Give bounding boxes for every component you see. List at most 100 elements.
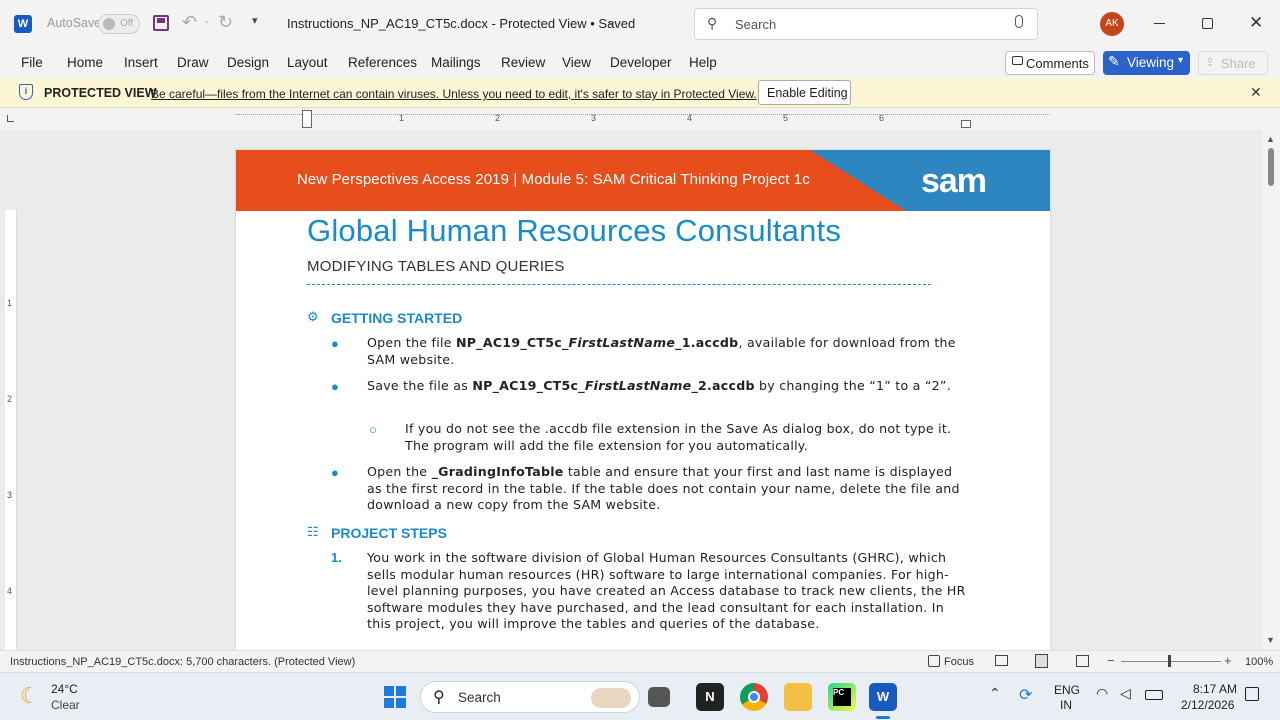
taskbar-search[interactable]: ⚲ Search: [420, 681, 640, 713]
pen-icon: ✎: [1108, 53, 1120, 69]
minimize-icon[interactable]: [1154, 23, 1165, 24]
sam-banner: New Perspectives Access 2019 | Module 5:…: [236, 150, 1050, 211]
tab-home[interactable]: Home: [67, 55, 103, 70]
search-box[interactable]: ⚲ Search: [694, 8, 1038, 40]
language-bottom[interactable]: IN: [1060, 698, 1072, 712]
file-explorer-icon[interactable]: [784, 683, 812, 711]
undo-dropdown-icon[interactable]: ⌄: [203, 15, 211, 26]
comments-button[interactable]: Comments: [1005, 51, 1095, 75]
share-button[interactable]: ⇪ Share: [1198, 51, 1268, 75]
status-bar: Instructions_NP_AC19_CT5c.docx: 5,700 ch…: [0, 650, 1280, 672]
tab-selector[interactable]: [7, 115, 14, 122]
bullet-icon: ●: [331, 336, 339, 351]
start-button[interactable]: [384, 686, 406, 708]
word-app-icon: W: [14, 15, 32, 33]
tab-design[interactable]: Design: [227, 55, 269, 70]
viewing-mode-button[interactable]: ✎ Viewing ▾: [1103, 51, 1190, 75]
restore-icon[interactable]: [1202, 18, 1213, 29]
microphone-icon[interactable]: [1015, 15, 1023, 28]
battery-icon[interactable]: [1145, 690, 1163, 700]
vertical-scrollbar[interactable]: ▲ ▼: [1262, 130, 1280, 650]
notification-icon[interactable]: [1245, 687, 1259, 701]
ruler-number: 1: [399, 113, 405, 123]
clock-time[interactable]: 8:17 AM: [1193, 682, 1237, 696]
task-view-icon[interactable]: [648, 687, 670, 707]
weather-temp[interactable]: 24°C: [51, 682, 78, 696]
search-highlight-icon: [591, 688, 631, 708]
scroll-up-icon[interactable]: ▲: [1266, 134, 1275, 144]
zoom-in-icon[interactable]: +: [1224, 653, 1232, 668]
protected-view-message[interactable]: Be careful—files from the Internet can c…: [151, 87, 757, 101]
read-mode-icon[interactable]: [995, 655, 1008, 666]
ribbon-tabs: File Home Insert Draw Design Layout Refe…: [0, 48, 1280, 78]
tab-layout[interactable]: Layout: [287, 55, 328, 70]
document-canvas: 1 2 3 4 New Perspectives Access 2019 | M…: [0, 130, 1262, 650]
zoom-thumb[interactable]: [1168, 655, 1171, 667]
focus-label[interactable]: Focus: [944, 656, 974, 668]
volume-mute-icon[interactable]: ◁: [1120, 685, 1131, 702]
chevron-down-icon: ▾: [1178, 55, 1184, 66]
document-stats[interactable]: Instructions_NP_AC19_CT5c.docx: 5,700 ch…: [10, 656, 355, 668]
notion-app-icon[interactable]: N: [696, 683, 724, 711]
share-icon: ⇪: [1205, 55, 1216, 69]
document-page[interactable]: New Perspectives Access 2019 | Module 5:…: [236, 150, 1050, 650]
list-item: Save the file as NP_AC19_CT5c_FirstLastN…: [367, 378, 951, 393]
share-label: Share: [1221, 56, 1256, 71]
focus-icon[interactable]: [928, 655, 940, 667]
tab-draw[interactable]: Draw: [177, 55, 209, 70]
tab-insert[interactable]: Insert: [124, 55, 158, 70]
weather-moon-icon[interactable]: ☾: [20, 683, 40, 709]
zoom-slider[interactable]: [1121, 661, 1221, 662]
close-window-icon[interactable]: ✕: [1249, 13, 1263, 33]
wifi-icon[interactable]: ◠: [1096, 685, 1108, 702]
chrome-app-icon[interactable]: [740, 683, 768, 711]
comment-icon: [1012, 56, 1023, 65]
tab-view[interactable]: View: [562, 55, 591, 70]
tab-mailings[interactable]: Mailings: [431, 55, 481, 70]
web-layout-icon[interactable]: [1076, 655, 1089, 667]
tab-review[interactable]: Review: [501, 55, 545, 70]
pycharm-app-icon[interactable]: PC: [828, 683, 856, 711]
close-bar-icon[interactable]: ✕: [1250, 84, 1262, 101]
zoom-level[interactable]: 100%: [1245, 656, 1273, 668]
ruler-track[interactable]: 1 2 3 4 5 6: [236, 113, 1050, 126]
autosave-label: AutoSave: [47, 16, 102, 30]
customize-toolbar-icon[interactable]: ▾: [252, 14, 258, 27]
divider: [307, 284, 931, 285]
scroll-thumb[interactable]: [1268, 148, 1274, 186]
protected-view-title: PROTECTED VIEW: [44, 86, 157, 100]
viewing-label: Viewing: [1127, 55, 1175, 70]
tab-references[interactable]: References: [348, 55, 417, 70]
right-indent-marker[interactable]: [961, 120, 971, 128]
autosave-toggle[interactable]: Off: [98, 14, 140, 34]
weather-desc[interactable]: Clear: [51, 698, 80, 712]
clock-date[interactable]: 2/12/2026: [1181, 698, 1234, 712]
left-indent-marker[interactable]: [302, 110, 312, 128]
tab-developer[interactable]: Developer: [610, 55, 672, 70]
scroll-down-icon[interactable]: ▼: [1266, 635, 1275, 645]
undo-icon[interactable]: ↶: [182, 12, 197, 33]
active-app-indicator: [876, 716, 890, 719]
print-layout-icon[interactable]: [1035, 654, 1048, 668]
autosave-state: Off: [120, 18, 134, 29]
document-title[interactable]: Instructions_NP_AC19_CT5c.docx - Protect…: [287, 16, 635, 31]
ruler-number: 3: [591, 113, 597, 123]
bullet-icon: ●: [331, 465, 339, 480]
title-dropdown-icon[interactable]: ⌄: [606, 14, 616, 28]
tab-help[interactable]: Help: [689, 55, 717, 70]
sync-icon[interactable]: ⟳: [1019, 685, 1032, 705]
tab-file[interactable]: File: [21, 55, 43, 70]
user-avatar[interactable]: AK: [1100, 12, 1124, 36]
shield-icon: i: [19, 84, 33, 100]
word-taskbar-icon[interactable]: W: [869, 683, 897, 711]
redo-icon[interactable]: ↻: [218, 12, 233, 33]
section-project-steps: PROJECT STEPS: [331, 525, 447, 541]
enable-editing-button[interactable]: Enable Editing: [758, 80, 851, 105]
list-item: Open the _GradingInfoTable table and ens…: [367, 464, 960, 512]
chevron-up-icon[interactable]: ⌃: [989, 685, 1001, 702]
zoom-out-icon[interactable]: −: [1107, 653, 1115, 668]
ruler-number: 1: [7, 298, 13, 308]
save-icon[interactable]: [153, 15, 169, 31]
section-getting-started: GETTING STARTED: [331, 310, 463, 326]
language-top[interactable]: ENG: [1054, 683, 1080, 697]
